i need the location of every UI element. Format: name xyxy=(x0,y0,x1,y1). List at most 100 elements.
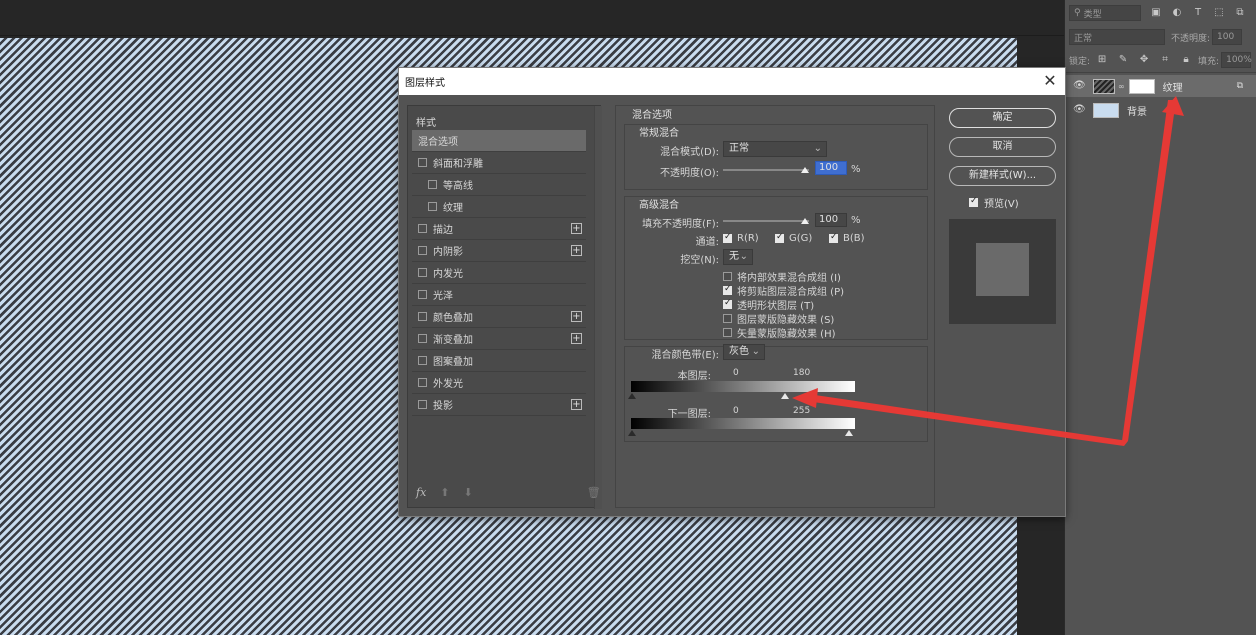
opacity-slider-thumb[interactable] xyxy=(801,167,809,173)
trash-icon[interactable]: 🗑︎ xyxy=(587,486,601,499)
layer-row-texture[interactable]: 👁︎ ∞ 纹理 ⧉ xyxy=(1065,75,1256,97)
style-item-blending-options[interactable]: 混合选项 xyxy=(412,130,586,152)
underlying-white-slider[interactable] xyxy=(845,430,853,436)
lock-transparent-icon[interactable]: ⊞ xyxy=(1096,54,1108,66)
layer-row-background[interactable]: 👁︎ 背景 xyxy=(1065,99,1256,121)
style-item-drop-shadow[interactable]: 投影 + xyxy=(412,394,586,416)
blend-interior-effects-option[interactable]: 将内部效果混合成组 (I) xyxy=(723,269,841,284)
layer-opacity-input[interactable]: 100 xyxy=(1212,29,1243,45)
style-item-stroke[interactable]: 描边 + xyxy=(412,218,586,240)
style-checkbox[interactable] xyxy=(418,224,427,233)
layer-blend-mode-select[interactable]: 正常 xyxy=(1069,29,1165,45)
opacity-slider-track[interactable] xyxy=(723,169,809,171)
style-checkbox[interactable] xyxy=(428,180,437,189)
styles-header[interactable]: 样式 xyxy=(416,114,436,129)
fx-button[interactable]: fx xyxy=(416,486,426,499)
option-checkbox[interactable] xyxy=(723,298,732,309)
eye-icon[interactable]: 👁︎ xyxy=(1073,105,1086,115)
layer-effects-icon[interactable]: ⧉ xyxy=(1237,81,1243,91)
lock-image-icon[interactable]: ✎ xyxy=(1117,54,1129,66)
fill-opacity-input[interactable]: 100 xyxy=(815,213,847,227)
layer-fill-input[interactable]: 100% xyxy=(1221,52,1252,68)
option-checkbox[interactable] xyxy=(723,314,732,323)
style-checkbox[interactable] xyxy=(418,312,427,321)
style-item-label: 描边 xyxy=(433,225,453,236)
style-checkbox[interactable] xyxy=(418,290,427,299)
move-up-icon[interactable]: ⬆ xyxy=(440,486,449,499)
transparency-shapes-layer-option[interactable]: 透明形状图层 (T) xyxy=(723,297,814,312)
style-item-inner-glow[interactable]: 内发光 xyxy=(412,262,586,284)
style-checkbox[interactable] xyxy=(418,158,427,167)
style-item-color-overlay[interactable]: 颜色叠加 + xyxy=(412,306,586,328)
new-style-button[interactable]: 新建样式(W)... xyxy=(949,166,1056,186)
move-down-icon[interactable]: ⬇ xyxy=(464,486,473,499)
vector-mask-hides-effects-option[interactable]: 矢量蒙版隐藏效果 (H) xyxy=(723,325,836,340)
style-checkbox[interactable] xyxy=(418,400,427,409)
style-item-bevel-emboss[interactable]: 斜面和浮雕 xyxy=(412,152,586,174)
channel-r-checkbox[interactable] xyxy=(723,232,732,243)
add-effect-icon[interactable]: + xyxy=(571,333,582,344)
channel-g-checkbox[interactable] xyxy=(775,232,784,243)
style-item-texture[interactable]: 纹理 xyxy=(412,196,586,218)
chevron-down-icon: ⌄ xyxy=(739,251,748,262)
this-layer-gradient-bar[interactable] xyxy=(631,381,855,392)
shape-filter-icon[interactable]: ⬚ xyxy=(1213,7,1225,19)
option-checkbox[interactable] xyxy=(723,328,732,337)
style-item-inner-shadow[interactable]: 内阴影 + xyxy=(412,240,586,262)
option-checkbox[interactable] xyxy=(723,272,732,281)
fill-opacity-slider-track[interactable] xyxy=(723,220,809,222)
image-filter-icon[interactable]: ▣ xyxy=(1150,7,1162,19)
style-checkbox[interactable] xyxy=(418,356,427,365)
style-checkbox[interactable] xyxy=(418,334,427,343)
close-icon[interactable]: ✕ xyxy=(1041,72,1059,90)
knockout-select[interactable]: 无 ⌄ xyxy=(723,249,753,265)
add-effect-icon[interactable]: + xyxy=(571,399,582,410)
opacity-input[interactable]: 100 xyxy=(815,161,847,175)
channel-r[interactable]: R(R) xyxy=(723,232,759,244)
style-item-satin[interactable]: 光泽 xyxy=(412,284,586,306)
add-effect-icon[interactable]: + xyxy=(571,311,582,322)
type-filter-icon[interactable]: T xyxy=(1192,7,1204,19)
styles-scrollbar[interactable] xyxy=(594,106,602,509)
channel-g[interactable]: G(G) xyxy=(775,232,812,244)
blend-mode-select[interactable]: 正常 ⌄ xyxy=(723,141,827,157)
style-checkbox[interactable] xyxy=(418,246,427,255)
ok-button[interactable]: 确定 xyxy=(949,108,1056,128)
layer-mask-thumbnail[interactable] xyxy=(1128,78,1155,94)
add-effect-icon[interactable]: + xyxy=(571,223,582,234)
layer-name[interactable]: 背景 xyxy=(1127,103,1147,118)
dialog-titlebar[interactable]: 图层样式 ✕ xyxy=(399,68,1065,95)
fill-opacity-slider-thumb[interactable] xyxy=(801,218,809,224)
eye-icon[interactable]: 👁︎ xyxy=(1073,81,1086,91)
blend-if-group: 混合颜色带(E): 灰色 ⌄ 本图层: 0 180 下一图层: 0 255 xyxy=(624,344,928,442)
channel-b[interactable]: B(B) xyxy=(829,232,865,244)
style-checkbox[interactable] xyxy=(418,268,427,277)
style-checkbox[interactable] xyxy=(428,202,437,211)
style-checkbox[interactable] xyxy=(418,378,427,387)
this-layer-white-slider[interactable] xyxy=(781,393,789,399)
style-item-pattern-overlay[interactable]: 图案叠加 xyxy=(412,350,586,372)
option-checkbox[interactable] xyxy=(723,284,732,295)
underlying-black-slider[interactable] xyxy=(628,430,636,436)
preview-option[interactable]: 预览(V) xyxy=(969,195,1019,210)
style-item-contour[interactable]: 等高线 xyxy=(412,174,586,196)
layer-mask-hides-effects-option[interactable]: 图层蒙版隐藏效果 (S) xyxy=(723,311,834,326)
channel-b-checkbox[interactable] xyxy=(829,232,838,243)
underlying-gradient-bar[interactable] xyxy=(631,418,855,429)
layer-name[interactable]: 纹理 xyxy=(1163,79,1183,94)
adjustment-filter-icon[interactable]: ◐ xyxy=(1171,7,1183,19)
add-effect-icon[interactable]: + xyxy=(571,245,582,256)
lock-position-icon[interactable]: ✥ xyxy=(1138,54,1150,66)
preview-checkbox[interactable] xyxy=(969,196,978,207)
lock-artboard-icon[interactable]: ⌗ xyxy=(1159,54,1171,66)
blend-if-select[interactable]: 灰色 ⌄ xyxy=(723,344,765,360)
lock-all-icon[interactable]: 🔒︎ xyxy=(1180,54,1192,66)
style-item-gradient-overlay[interactable]: 渐变叠加 + xyxy=(412,328,586,350)
chevron-down-icon: ⌄ xyxy=(813,143,822,154)
layer-search-box[interactable]: ⚲ 类型 xyxy=(1069,5,1141,21)
style-item-outer-glow[interactable]: 外发光 xyxy=(412,372,586,394)
cancel-button[interactable]: 取消 xyxy=(949,137,1056,157)
this-layer-black-slider[interactable] xyxy=(628,393,636,399)
blend-clipped-layers-option[interactable]: 将剪贴图层混合成组 (P) xyxy=(723,283,844,298)
smart-object-filter-icon[interactable]: ⧉ xyxy=(1234,7,1246,19)
